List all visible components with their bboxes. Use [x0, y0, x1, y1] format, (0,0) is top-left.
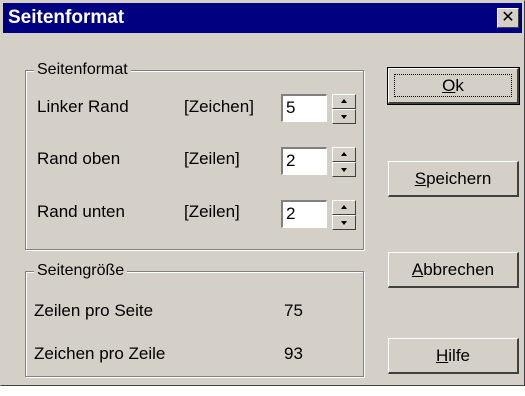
chars-per-line-value: 93	[284, 344, 303, 363]
top-margin-label: Rand oben	[37, 149, 121, 168]
arrow-up-icon	[341, 205, 347, 209]
bottom-margin-up-button[interactable]	[332, 200, 356, 215]
bottom-margin-label: Rand unten	[37, 202, 125, 221]
save-button-label: peichern	[426, 169, 492, 188]
save-button[interactable]: Speichern	[388, 161, 519, 197]
cancel-button-label: bbrechen	[423, 260, 495, 279]
page-size-group-label: Seitengröße	[34, 262, 128, 280]
left-margin-label: Linker Rand	[37, 97, 129, 116]
left-margin-spinner	[332, 94, 356, 124]
left-margin-input[interactable]: 5	[281, 94, 327, 122]
left-margin-up-button[interactable]	[332, 94, 356, 109]
arrow-down-icon	[341, 115, 347, 119]
top-margin-up-button[interactable]	[332, 147, 356, 162]
close-button[interactable]: ✕	[497, 8, 519, 28]
arrow-up-icon	[341, 99, 347, 103]
bottom-margin-unit: [Zeilen]	[184, 202, 240, 221]
chars-per-line-label: Zeichen pro Zeile	[34, 344, 166, 363]
arrow-down-icon	[341, 221, 347, 225]
help-button-label: ilfe	[448, 346, 470, 365]
bottom-margin-spinner	[332, 200, 356, 230]
page-format-dialog: Seitenformat ✕ Seitenformat Linker Rand …	[0, 0, 525, 386]
arrow-up-icon	[341, 152, 347, 156]
help-button-mnemonic: H	[435, 346, 449, 365]
bottom-margin-down-button[interactable]	[332, 215, 356, 230]
help-button[interactable]: Hilfe	[388, 338, 519, 374]
top-margin-input[interactable]: 2	[281, 147, 327, 175]
page-size-group: Seitengröße Zeilen pro Seite 75 Zeichen …	[25, 262, 364, 377]
save-button-mnemonic: S	[414, 169, 427, 188]
close-icon: ✕	[501, 9, 515, 26]
dialog-title: Seitenformat	[8, 7, 125, 28]
left-margin-unit: [Zeichen]	[184, 97, 254, 116]
lines-per-page-label: Zeilen pro Seite	[34, 301, 154, 320]
left-margin-down-button[interactable]	[332, 109, 356, 124]
ok-button[interactable]: Ok	[387, 67, 520, 105]
title-bar: Seitenformat ✕	[3, 3, 522, 33]
arrow-down-icon	[341, 168, 347, 172]
lines-per-page-value: 75	[284, 301, 303, 320]
top-margin-spinner	[332, 147, 356, 177]
cancel-button-mnemonic: A	[411, 260, 424, 279]
top-margin-down-button[interactable]	[332, 162, 356, 177]
page-format-group: Seitenformat Linker Rand [Zeichen] 5 Ran…	[25, 61, 364, 250]
top-margin-unit: [Zeilen]	[184, 149, 240, 168]
focus-rectangle	[394, 74, 512, 97]
cancel-button[interactable]: Abbrechen	[388, 252, 519, 288]
bottom-margin-input[interactable]: 2	[281, 200, 327, 228]
page-format-group-label: Seitenformat	[34, 61, 131, 79]
